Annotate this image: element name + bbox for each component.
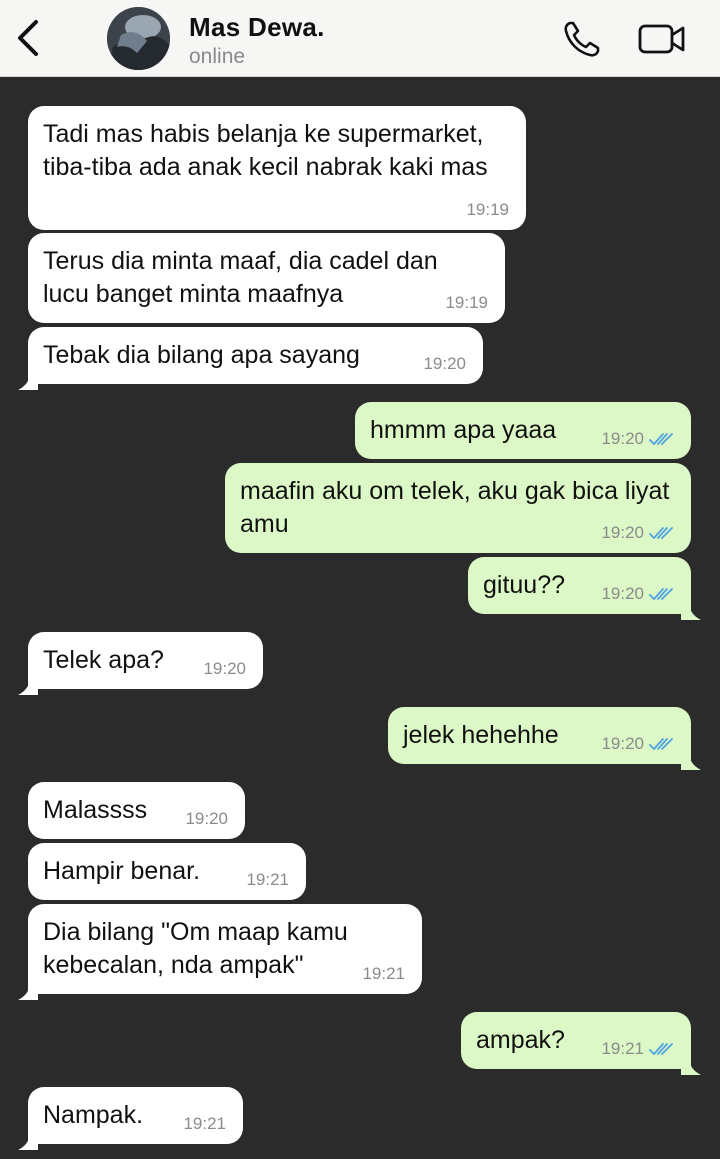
- phone-icon[interactable]: [561, 18, 603, 60]
- incoming-message[interactable]: Tadi mas habis belanja ke supermarket, t…: [28, 106, 526, 230]
- message-meta: 19:19: [466, 200, 509, 220]
- message-meta: 19:20: [423, 354, 466, 374]
- incoming-message[interactable]: Nampak. 19:21: [18, 1087, 243, 1150]
- message-meta: 19:21: [246, 870, 289, 890]
- message-meta: 19:20: [203, 659, 246, 679]
- outgoing-message[interactable]: gituu?? 19:20: [468, 557, 701, 620]
- outgoing-message[interactable]: ampak? 19:21: [461, 1012, 701, 1075]
- outgoing-message[interactable]: hmmm apa yaaa 19:20: [355, 402, 691, 459]
- outgoing-message[interactable]: jelek hehehhe 19:20: [388, 707, 701, 770]
- message-meta: 19:21: [183, 1114, 226, 1134]
- bubble-tail: [18, 976, 38, 1000]
- message-meta: 19:20: [601, 734, 674, 754]
- message-text: Tebak dia bilang apa sayang: [43, 341, 360, 369]
- outgoing-message[interactable]: maafin aku om telek, aku gak bica liyat …: [225, 463, 691, 553]
- bubble-tail: [681, 596, 701, 620]
- double-check-icon: [648, 1041, 674, 1057]
- incoming-message[interactable]: Terus dia minta maaf, dia cadel dan lucu…: [28, 233, 505, 323]
- incoming-message[interactable]: Malassss 19:20: [28, 782, 245, 839]
- message-time: 19:19: [466, 200, 509, 219]
- double-check-icon: [648, 736, 674, 752]
- contact-status: online: [189, 45, 246, 68]
- message-time: 19:20: [185, 809, 228, 828]
- message-meta: 19:20: [185, 809, 228, 829]
- message-time: 19:21: [601, 1039, 644, 1058]
- message-meta: 19:20: [601, 429, 674, 449]
- bubble-tail: [681, 746, 701, 770]
- incoming-message[interactable]: Telek apa? 19:20: [18, 632, 263, 695]
- message-time: 19:20: [423, 354, 466, 373]
- double-check-icon: [648, 586, 674, 602]
- message-time: 19:21: [362, 964, 405, 983]
- contact-name[interactable]: Mas Dewa.: [189, 12, 325, 43]
- incoming-message[interactable]: Hampir benar. 19:21: [28, 843, 306, 900]
- message-time: 19:20: [601, 734, 644, 753]
- message-text: Terus dia minta maaf, dia cadel dan lucu…: [43, 247, 438, 308]
- message-time: 19:20: [601, 429, 644, 448]
- double-check-icon: [648, 431, 674, 447]
- message-time: 19:20: [203, 659, 246, 678]
- incoming-message[interactable]: Dia bilang "Om maap kamu kebecalan, nda …: [18, 904, 422, 1000]
- bubble-tail: [18, 366, 38, 390]
- bubble-tail: [18, 671, 38, 695]
- avatar[interactable]: [107, 7, 170, 70]
- video-camera-icon[interactable]: [637, 22, 687, 56]
- incoming-message[interactable]: Tebak dia bilang apa sayang 19:20: [18, 327, 483, 390]
- message-meta: 19:21: [601, 1039, 674, 1059]
- message-time: 19:20: [601, 523, 644, 542]
- message-text: Dia bilang "Om maap kamu kebecalan, nda …: [43, 918, 348, 979]
- chat-header: Mas Dewa. online: [0, 0, 720, 77]
- message-time: 19:21: [183, 1114, 226, 1133]
- message-meta: 19:20: [601, 523, 674, 543]
- message-time: 19:19: [445, 293, 488, 312]
- message-time: 19:20: [601, 584, 644, 603]
- chevron-left-icon[interactable]: [14, 18, 44, 58]
- message-time: 19:21: [246, 870, 289, 889]
- message-meta: 19:20: [601, 584, 674, 604]
- bubble-tail: [18, 1126, 38, 1150]
- message-meta: 19:19: [445, 293, 488, 313]
- message-text: Tadi mas habis belanja ke supermarket, t…: [43, 120, 488, 181]
- bubble-tail: [681, 1051, 701, 1075]
- message-meta: 19:21: [362, 964, 405, 984]
- double-check-icon: [648, 525, 674, 541]
